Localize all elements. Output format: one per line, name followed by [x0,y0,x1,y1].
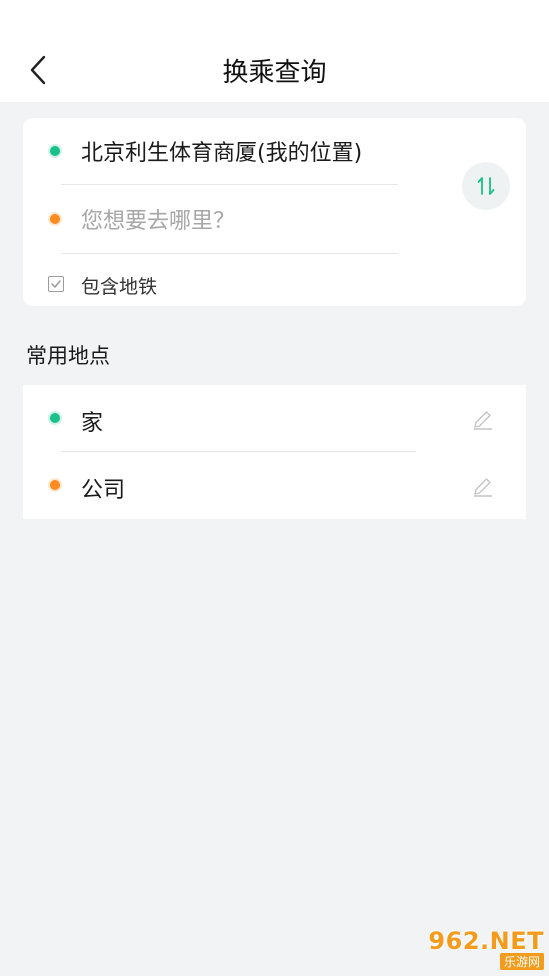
favorite-item-label: 家 [81,411,104,436]
favorite-item-label: 公司 [81,478,126,503]
include-subway-label: 包含地铁 [81,276,158,298]
divider [61,184,398,185]
swap-button[interactable] [462,162,510,210]
origin-field[interactable]: 北京利生体育商厦(我的位置) [81,135,362,167]
edit-pencil-icon[interactable] [471,407,495,431]
edit-pencil-icon[interactable] [471,474,495,498]
header-bar: 换乘查询 [0,0,549,102]
page-title: 换乘查询 [222,58,327,88]
company-dot-icon [50,480,60,490]
favorite-item-company[interactable]: 公司 [23,452,526,519]
divider [61,253,398,254]
swap-icon [477,177,495,195]
check-icon [51,280,61,288]
origin-dot-icon [50,146,60,156]
home-dot-icon [50,413,60,423]
destination-dot-icon [50,214,60,224]
destination-input[interactable]: 您想要去哪里？ [81,203,235,235]
watermark-logo: 962.NET 乐游网 [410,925,544,971]
favorites-section-title: 常用地点 [26,344,110,368]
favorite-item-home[interactable]: 家 [23,385,526,452]
route-input-card: 北京利生体育商厦(我的位置) 您想要去哪里？ 包含地铁 [23,118,526,306]
favorites-list: 家 公司 [23,385,526,519]
watermark-main-text: 962.NET [428,926,544,955]
include-subway-checkbox[interactable] [48,276,64,292]
watermark-sub-text: 乐游网 [499,952,544,970]
